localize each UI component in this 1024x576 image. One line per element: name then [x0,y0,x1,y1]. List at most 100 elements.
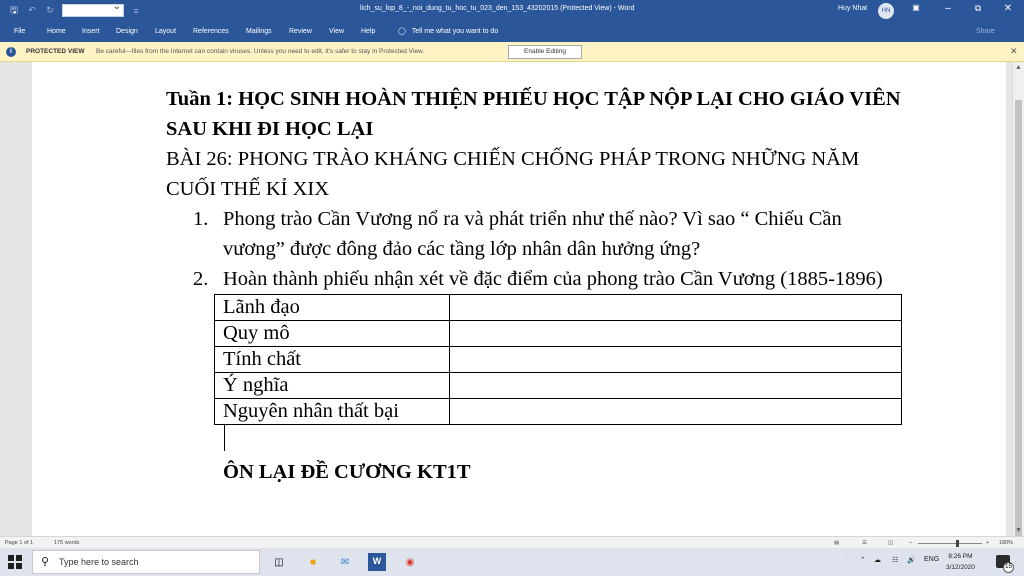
tab-file[interactable]: File [14,28,25,35]
zoom-in-icon[interactable]: + [986,540,989,546]
print-layout-icon[interactable]: ☰ [862,540,867,546]
enable-editing-button[interactable]: Enable Editing [508,45,582,59]
customize-qat-icon[interactable]: ≡ [130,5,142,17]
clock-date: 3/12/2020 [946,564,975,571]
user-name[interactable]: Huy Nhat [838,5,867,12]
notification-badge: 15 [1003,562,1014,573]
scroll-down-icon[interactable]: ▼ [1015,527,1022,534]
question-list: 1. Phong trào Cần Vương nổ ra và phát tr… [166,204,906,294]
table-cell-empty[interactable] [449,294,902,321]
tab-layout[interactable]: Layout [155,28,176,35]
question-text: Phong trào Cần Vương nổ ra và phát triển… [223,208,842,260]
help-icon[interactable]: ❔ [840,556,849,564]
text-cursor [224,425,225,451]
task-view-icon[interactable]: ◫ [270,553,288,571]
document-canvas: Tuần 1: HỌC SINH HOÀN THIỆN PHIẾU HỌC TẬ… [0,62,1012,536]
onedrive-icon[interactable]: ☁ [874,556,881,564]
tab-review[interactable]: Review [289,28,312,35]
chrome-icon[interactable]: ◉ [401,553,419,571]
table-cell-empty[interactable] [449,372,902,399]
document-page[interactable]: Tuần 1: HỌC SINH HOÀN THIỆN PHIẾU HỌC TẬ… [32,62,1006,536]
tab-design[interactable]: Design [116,28,138,35]
mail-icon[interactable]: ✉ [336,553,354,571]
protected-view-bar: i PROTECTED VIEW Be careful—files from t… [0,42,1024,62]
ribbon-tabs: File Home Insert Design Layout Reference… [0,22,1024,42]
tab-mailings[interactable]: Mailings [246,28,272,35]
list-item: 2. Hoàn thành phiếu nhận xét về đặc điểm… [166,264,906,294]
table-cell-label: Ý nghĩa [214,372,450,399]
section-heading: ÔN LẠI ĐỀ CƯƠNG KT1T [223,461,471,483]
windows-start-icon[interactable] [8,555,22,569]
week-heading: Tuần 1: HỌC SINH HOÀN THIỆN PHIẾU HỌC TẬ… [166,88,901,140]
lesson-heading: BÀI 26: PHONG TRÀO KHÁNG CHIẾN CHỐNG PHÁ… [166,148,860,200]
list-number: 2. [193,268,209,290]
zoom-out-icon[interactable]: – [909,540,912,546]
table-row: Tính chất [214,346,902,373]
word-app-icon[interactable]: W [368,553,386,571]
tab-view[interactable]: View [329,28,344,35]
document-title: lich_su_lop_8_-_noi_dung_tu_hoc_tu_023_d… [360,5,635,12]
language-indicator[interactable]: ENG [924,556,939,563]
list-number: 1. [193,208,209,230]
table-row: Quy mô [214,320,902,347]
web-layout-icon[interactable]: ◫ [888,540,893,546]
assessment-table: Lãnh đạo Quy mô Tính chất Ý nghĩa Nguyên… [214,294,902,425]
volume-icon[interactable]: 🔊 [907,556,916,564]
table-cell-label: Quy mô [214,320,450,347]
scroll-thumb[interactable] [1015,100,1022,540]
taskbar: ⚲ Type here to search ◫ ■ ✉ W ◉ ❔ ⌃ ☁ ☷ … [0,548,1024,576]
search-placeholder: Type here to search [59,557,139,567]
tell-me-box[interactable]: ◯ Tell me what you want to do [398,27,499,36]
table-cell-empty[interactable] [449,398,902,425]
undo-icon[interactable]: ↶ [26,5,38,17]
show-hidden-icons-icon[interactable]: ⌃ [860,556,866,564]
zoom-slider[interactable] [918,543,982,544]
tab-help[interactable]: Help [361,28,375,35]
avatar[interactable]: HN [878,3,894,19]
tell-me-label: Tell me what you want to do [411,27,499,35]
quick-access-toolbar: 🖫 ↶ ↻ ≡ [8,1,142,17]
minimize-icon[interactable]: – [940,3,956,14]
scroll-up-icon[interactable]: ▲ [1015,64,1022,71]
share-button[interactable]: Share [976,28,995,35]
vertical-scrollbar[interactable]: ▲ ▼ [1012,62,1024,540]
table-cell-label: Nguyên nhân thất bại [214,398,450,425]
word-count[interactable]: 175 words [54,540,79,546]
zoom-level[interactable]: 180% [999,540,1013,546]
status-bar: Page 1 of 1 175 words ▤ ☰ ◫ – + 180% [0,536,1024,548]
search-icon: ⚲ [41,556,50,568]
taskbar-search-input[interactable]: ⚲ Type here to search [32,550,260,574]
network-icon[interactable]: ☷ [892,556,898,564]
clock[interactable]: 8:26 PM 3/12/2020 [946,551,975,573]
restore-icon[interactable]: ⧉ [970,3,986,14]
list-item: 1. Phong trào Cần Vương nổ ra và phát tr… [166,204,906,264]
table-cell-empty[interactable] [449,320,902,347]
tab-insert[interactable]: Insert [82,28,100,35]
table-row: Ý nghĩa [214,372,902,399]
file-explorer-icon[interactable]: ■ [304,553,322,571]
page-count[interactable]: Page 1 of 1 [5,540,33,546]
table-cell-empty[interactable] [449,346,902,373]
shield-icon: i [6,47,16,57]
protected-view-label: PROTECTED VIEW [26,48,85,55]
save-icon[interactable]: 🖫 [8,5,20,17]
table-row: Nguyên nhân thất bại [214,398,902,425]
zoom-slider-thumb[interactable] [956,540,959,547]
tab-home[interactable]: Home [47,28,66,35]
title-bar: 🖫 ↶ ↻ ≡ lich_su_lop_8_-_noi_dung_tu_hoc_… [0,0,1024,22]
redo-icon[interactable]: ↻ [44,5,56,17]
table-cell-label: Lãnh đạo [214,294,450,321]
protected-view-message: Be careful—files from the Internet can c… [96,48,425,55]
ribbon-display-icon[interactable]: ▣ [908,3,924,12]
clock-time: 8:26 PM [948,553,973,560]
lightbulb-icon: ◯ [398,28,406,35]
question-text: Hoàn thành phiếu nhận xét về đặc điểm củ… [223,268,883,290]
read-mode-icon[interactable]: ▤ [834,540,839,546]
style-combo[interactable] [62,1,124,17]
close-icon[interactable]: ✕ [1000,3,1016,14]
table-row: Lãnh đạo [214,294,902,321]
table-cell-label: Tính chất [214,346,450,373]
document-body: Tuần 1: HỌC SINH HOÀN THIỆN PHIẾU HỌC TẬ… [166,84,906,487]
tab-references[interactable]: References [193,28,229,35]
close-bar-icon[interactable]: ✕ [1010,46,1018,57]
